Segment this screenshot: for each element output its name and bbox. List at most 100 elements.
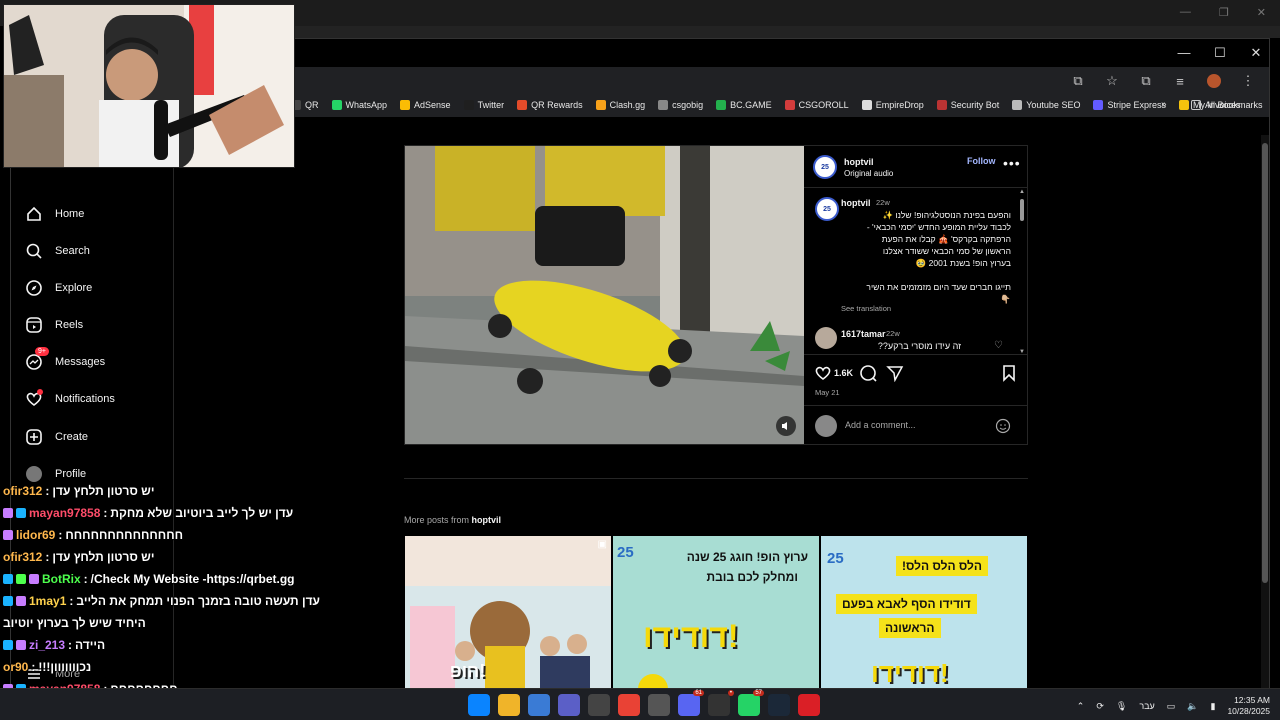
maximize-icon[interactable]: ☐ [1213,45,1227,61]
author-avatar[interactable]: 25 [813,155,837,179]
emoji-icon[interactable] [995,418,1011,434]
bookmark-item[interactable]: WhatsApp [331,100,387,110]
language-indicator[interactable]: עבר [1139,701,1154,711]
sidebar-item-explore[interactable]: Explore [25,279,92,297]
outer-minimize-icon[interactable]: — [1180,6,1191,19]
sidebar-item-home[interactable]: Home [25,205,84,223]
post-video[interactable] [405,146,804,444]
network-icon[interactable]: ▭ [1167,701,1176,712]
audio-label[interactable]: Original audio [844,169,893,178]
bookmark-star-icon[interactable]: ☆ [1103,72,1121,90]
chat-username[interactable]: zi_213 [29,638,65,652]
bookmark-item[interactable]: CSGOROLL [784,100,849,110]
sidebar-item-reels[interactable]: Reels [25,316,83,334]
bookmark-item[interactable]: Stripe Express [1093,100,1166,110]
share-icon[interactable] [886,364,904,382]
commenter-avatar[interactable] [815,327,837,349]
caption-avatar[interactable]: 25 [815,197,839,221]
comment-like-icon[interactable]: ♡ [994,340,1003,351]
like-heart-icon[interactable] [814,364,832,382]
steam-icon[interactable] [768,694,790,716]
sync-icon[interactable]: ⟳ [1096,701,1104,712]
chrome-icon[interactable] [618,694,640,716]
chat-message: mayan97858: עדן יש לך לייב ביוטיוב שלא מח… [3,502,333,524]
profile-avatar[interactable] [1205,72,1223,90]
tile-3-top: הלס הלס הלס! [896,556,988,576]
sidebar-item-messages[interactable]: 9+ Messages [25,347,105,371]
tray-overflow-icon[interactable]: ⌃ [1077,701,1085,712]
sidebar-item-search[interactable]: Search [25,242,90,260]
sidebar-item-notifications[interactable]: Notifications [25,389,115,408]
window-app-icon[interactable] [648,694,670,716]
bookmark-label: Twitter [477,100,505,110]
windows-start-icon[interactable] [468,694,490,716]
chat-username[interactable]: mayan97858 [29,506,100,520]
save-bookmark-icon[interactable] [1000,364,1018,382]
bookmark-item[interactable]: QR [291,100,319,110]
see-translation-link[interactable]: See translation [841,304,891,313]
file-explorer-icon[interactable] [498,694,520,716]
chat-username[interactable]: ofir312 [3,550,42,564]
bookmarks-overflow-icon[interactable]: » [1161,99,1167,110]
outer-close-icon[interactable]: ✕ [1257,6,1266,19]
post-thumbnail[interactable]: 25 ערוץ הופ! חוגג 25 שנה ומחלק לכם בובת … [613,536,819,690]
app-icon[interactable] [558,694,580,716]
discord-icon[interactable]: 61 [678,690,704,716]
bookmark-item[interactable]: AdSense [400,100,451,110]
chat-username[interactable]: BotRix [42,572,81,586]
caption-username[interactable]: hoptvil [841,198,871,208]
bookmark-item[interactable]: csgobig [658,100,703,110]
clock[interactable]: 12:35 AM 10/28/2025 [1227,695,1270,717]
chat-username[interactable]: or90 [3,660,28,674]
sidebar-item-label: Home [55,208,85,220]
chat-username[interactable]: lidor69 [16,528,55,542]
bookmark-label: AdSense [414,100,451,110]
github-icon[interactable]: • [708,690,734,716]
bookmark-item[interactable]: Twitter [463,100,505,110]
bookmark-favicon-icon [936,100,947,110]
chat-username[interactable]: 1may1 [29,594,66,608]
microphone-icon[interactable]: 🎙 [1116,701,1127,712]
bookmark-item[interactable]: EmpireDrop [861,100,924,110]
like-count[interactable]: 1.6K [834,368,853,378]
volume-icon[interactable]: 🔈 [1187,701,1198,712]
page-scrollbar[interactable] [1261,135,1269,689]
minimize-icon[interactable]: — [1177,45,1191,61]
bookmark-item[interactable]: Security Bot [936,100,999,110]
chat-username[interactable]: ofir312 [3,484,42,498]
bookmark-item[interactable]: BC.GAME [716,100,772,110]
bookmark-item[interactable]: QR Rewards [517,100,583,110]
install-app-icon[interactable]: ⧉ [1069,72,1087,90]
extensions-icon[interactable]: ⧉ [1137,72,1155,90]
comments-scrollbar[interactable]: ▲ ▼ [1019,189,1025,354]
more-options-icon[interactable]: ••• [1003,155,1021,171]
post-thumbnail[interactable]: 25 הלס הלס הלס! דודידו הסף לאבא בפעם הרא… [821,536,1027,690]
store-icon[interactable] [528,694,550,716]
author-username[interactable]: hoptvil [844,157,874,167]
all-bookmarks-button[interactable]: All Bookmarks [1191,100,1263,110]
home-icon [25,205,43,223]
add-comment-input[interactable]: Add a comment... [845,420,916,430]
bookmark-item[interactable]: Clash.gg [595,100,645,110]
media-icon[interactable]: ≡ [1171,72,1189,90]
comment-username[interactable]: 1617tamar [841,329,886,339]
follow-button[interactable]: Follow [967,156,996,166]
comment-icon[interactable] [859,364,877,382]
chat-separator: : [103,506,108,520]
sidebar-item-create[interactable]: Create [25,428,88,446]
chat-badge-icon [3,596,13,606]
more-posts-user-link[interactable]: hoptvil [472,515,502,525]
post-thumbnail[interactable]: הופ! ▣ [405,536,611,690]
outer-maximize-icon[interactable]: ❐ [1219,6,1229,19]
creative-cloud-icon[interactable] [798,694,820,716]
whatsapp-icon[interactable]: 57 [738,690,764,716]
battery-icon[interactable]: ▮ [1211,701,1216,712]
menu-kebab-icon[interactable]: ⋮ [1239,72,1257,90]
post-header: 25 hoptvil Original audio Follow ••• [804,146,1027,188]
caption-line: לכבוד עליית המופע החדש 'יסמי הכבאי' - [866,222,1011,232]
close-icon[interactable]: ✕ [1249,45,1263,61]
bookmark-item[interactable]: Youtube SEO [1012,100,1080,110]
mute-button[interactable] [776,416,796,436]
arrow-app-icon[interactable] [588,694,610,716]
chat-text: עדן תעשה טובה בזמנך הפנוי תמחק את הלייב [76,594,320,608]
